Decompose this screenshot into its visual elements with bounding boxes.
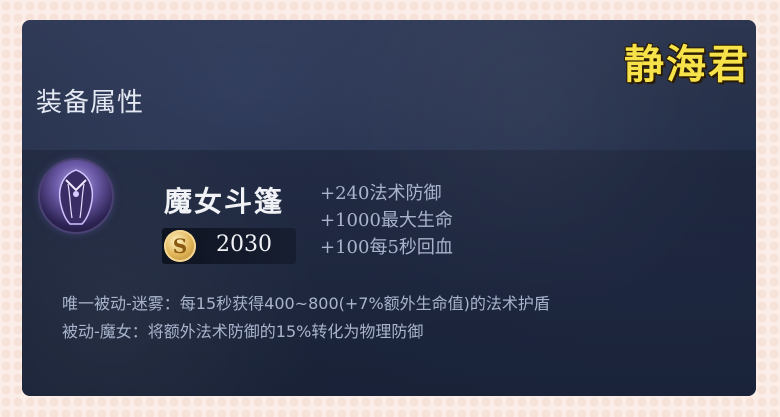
cloak-icon	[40, 160, 112, 232]
stat-line: +240法术防御	[320, 183, 442, 204]
passive-line: 唯一被动-迷雾：每15秒获得400~800(+7%额外生命值)的法术护盾	[62, 294, 550, 313]
stat-line: +1000最大生命	[320, 210, 453, 231]
item-passives: 唯一被动-迷雾：每15秒获得400~800(+7%额外生命值)的法术护盾 被动-…	[62, 290, 550, 346]
item-stats: +240法术防御 +1000最大生命 +100每5秒回血	[320, 180, 453, 261]
stat-line: +100每5秒回血	[320, 237, 453, 258]
price-value: 2030	[216, 232, 272, 257]
item-name: 魔女斗篷	[164, 185, 285, 218]
price-tag: S 2030	[162, 228, 296, 264]
passive-line: 被动-魔女：将额外法术防御的15%转化为物理防御	[62, 322, 424, 341]
gold-coin-icon: S	[164, 230, 196, 262]
panel-title: 装备属性	[36, 88, 145, 118]
watermark-text: 静海君	[624, 41, 750, 88]
